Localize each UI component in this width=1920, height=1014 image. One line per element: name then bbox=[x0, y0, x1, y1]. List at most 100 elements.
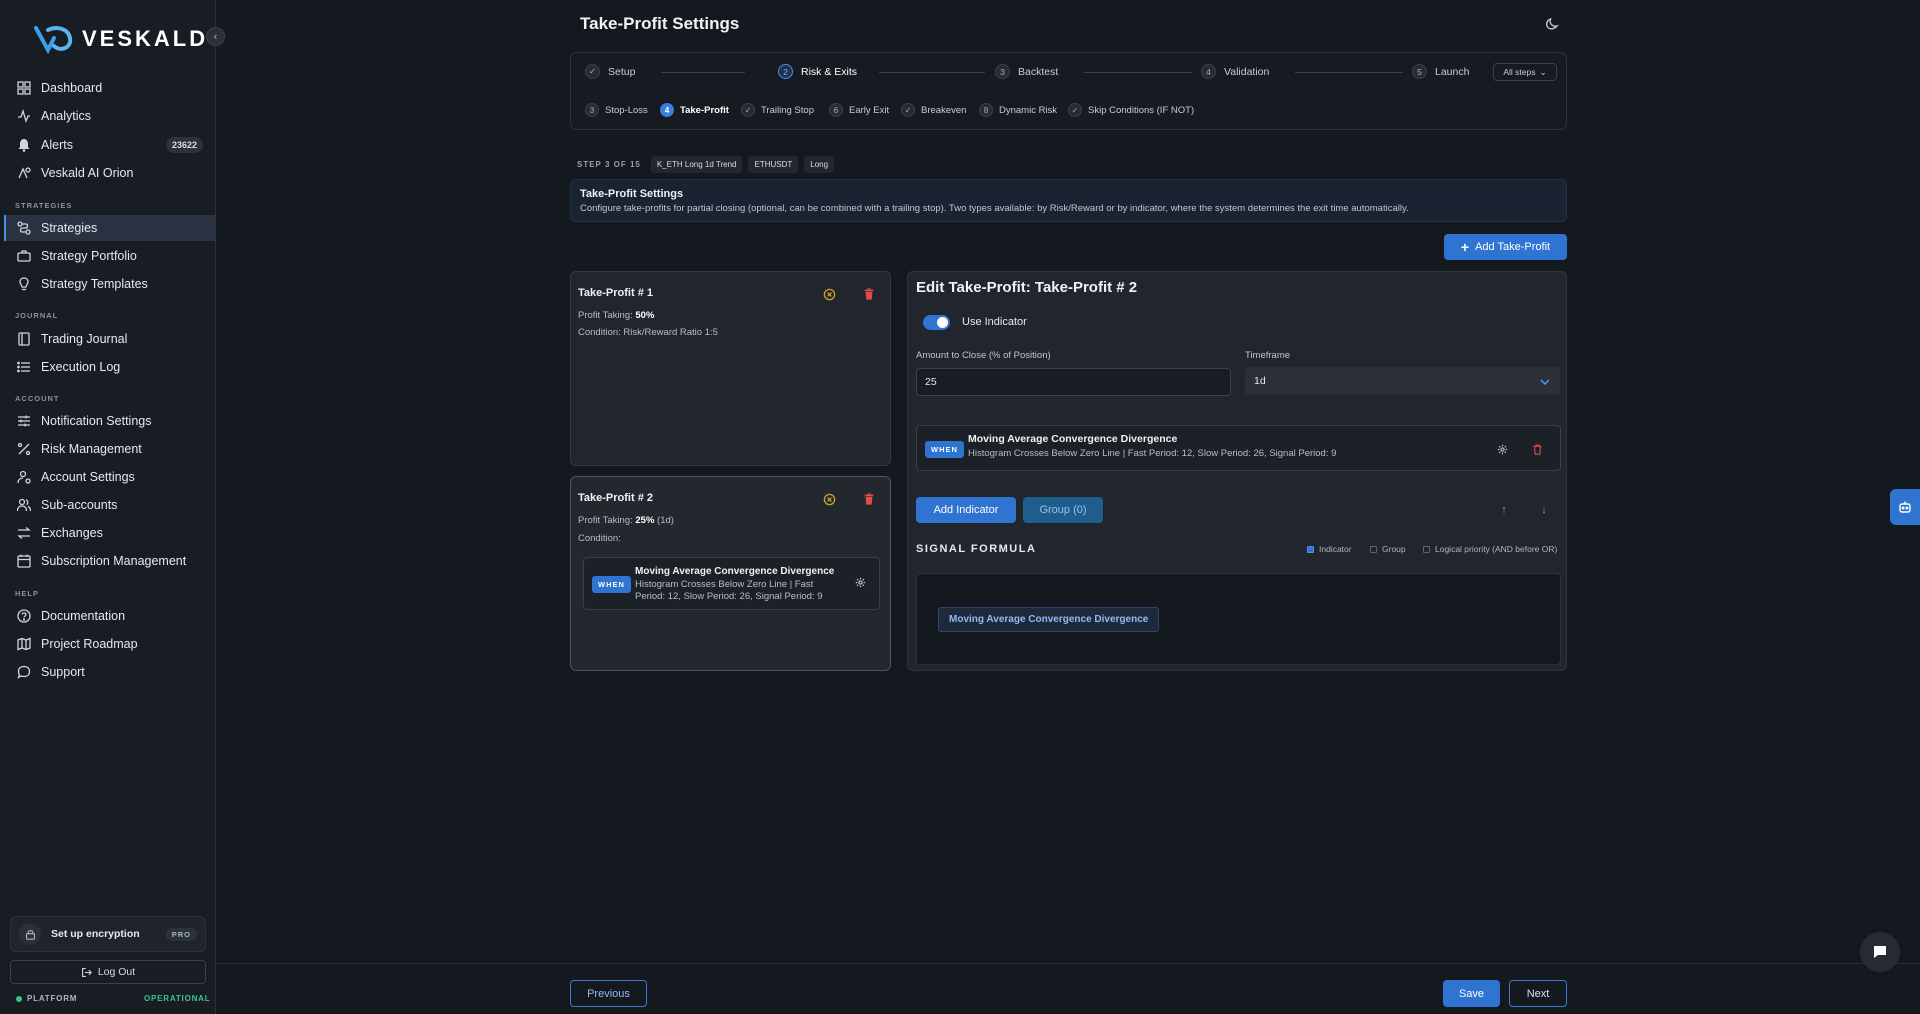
gear-icon bbox=[855, 577, 865, 587]
sidebar-item-strategy-templates[interactable]: Strategy Templates bbox=[4, 271, 216, 297]
delete-button[interactable] bbox=[861, 491, 877, 507]
step-number: 5 bbox=[1412, 64, 1427, 79]
condition-line: Condition: Risk/Reward Ratio 1:5 bbox=[578, 327, 718, 338]
deactivate-button[interactable] bbox=[821, 286, 837, 302]
sidebar-item-account-settings[interactable]: Account Settings bbox=[4, 464, 216, 490]
assistant-side-tab[interactable] bbox=[1890, 489, 1920, 525]
sidebar-item-strategy-portfolio[interactable]: Strategy Portfolio bbox=[4, 243, 216, 269]
take-profit-card-1[interactable]: Take-Profit # 1 Profit Taking: 50% Condi… bbox=[570, 271, 891, 466]
sidebar-item-label: Strategy Portfolio bbox=[41, 249, 137, 263]
step-label: Setup bbox=[608, 65, 636, 78]
logout-label: Log Out bbox=[97, 966, 136, 978]
tp-card-title: Take-Profit # 2 bbox=[578, 492, 653, 504]
sidebar-item-sub-accounts[interactable]: Sub-accounts bbox=[4, 492, 216, 518]
step-label: Launch bbox=[1435, 65, 1470, 78]
substep-take-profit[interactable]: 4 Take-Profit bbox=[660, 103, 729, 117]
sidebar-item-exchanges[interactable]: Exchanges bbox=[4, 520, 216, 546]
sidebar-item-execution-log[interactable]: Execution Log bbox=[4, 354, 216, 380]
bell-icon bbox=[18, 139, 30, 152]
indicator-condition-row[interactable]: WHEN Moving Average Convergence Divergen… bbox=[916, 425, 1561, 471]
ai-icon bbox=[18, 167, 31, 179]
profit-taking-timeframe: (1d) bbox=[657, 515, 674, 526]
check-icon: ✓ bbox=[1068, 103, 1082, 117]
legend-label: Group bbox=[1382, 544, 1406, 554]
substep-breakeven[interactable]: ✓ Breakeven bbox=[901, 103, 966, 117]
sidebar-item-subscription-management[interactable]: Subscription Management bbox=[4, 548, 216, 574]
sidebar-item-label: Alerts bbox=[41, 138, 73, 152]
sidebar-item-project-roadmap[interactable]: Project Roadmap bbox=[4, 631, 216, 657]
add-indicator-button[interactable]: Add Indicator bbox=[916, 497, 1016, 523]
use-indicator-toggle[interactable] bbox=[923, 315, 950, 330]
step-launch[interactable]: 5 Launch bbox=[1412, 64, 1469, 79]
condition-line: Condition: bbox=[578, 533, 621, 544]
move-down-button[interactable]: ↓ bbox=[1536, 502, 1552, 518]
indicator-settings-button[interactable] bbox=[1494, 441, 1510, 457]
sidebar-item-risk-management[interactable]: Risk Management bbox=[4, 436, 216, 462]
indicator-settings-button[interactable] bbox=[852, 574, 868, 590]
substep-label: Dynamic Risk bbox=[999, 104, 1058, 116]
step-backtest[interactable]: 3 Backtest bbox=[995, 64, 1058, 79]
take-profit-card-2[interactable]: Take-Profit # 2 Profit Taking: 25% (1d) … bbox=[570, 476, 891, 671]
setup-encryption-button[interactable]: Set up encryption PRO bbox=[10, 916, 206, 952]
timeframe-label: Timeframe bbox=[1245, 350, 1291, 361]
trash-icon bbox=[864, 288, 874, 300]
add-take-profit-button[interactable]: + Add Take-Profit bbox=[1444, 234, 1567, 260]
sidebar-item-notification-settings[interactable]: Notification Settings bbox=[4, 408, 216, 434]
chat-button[interactable] bbox=[1860, 932, 1900, 972]
sidebar-item-label: Execution Log bbox=[41, 360, 121, 374]
save-label: Save bbox=[1458, 987, 1485, 1000]
sidebar-item-analytics[interactable]: Analytics bbox=[4, 103, 216, 129]
next-button[interactable]: Next bbox=[1509, 980, 1567, 1007]
substep-stop-loss[interactable]: 3 Stop-Loss bbox=[585, 103, 648, 117]
trash-icon bbox=[864, 493, 874, 505]
check-icon: ✓ bbox=[585, 64, 600, 79]
legend-label: Indicator bbox=[1319, 544, 1352, 554]
indicator-name: Moving Average Convergence Divergence bbox=[635, 566, 835, 577]
sidebar-item-label: Account Settings bbox=[41, 470, 135, 484]
next-label: Next bbox=[1526, 987, 1550, 1000]
substep-dynamic-risk[interactable]: 8 Dynamic Risk bbox=[979, 103, 1057, 117]
section-strategies: STRATEGIES bbox=[15, 201, 73, 210]
brand-logo[interactable]: VESKALD bbox=[34, 24, 208, 54]
add-group-button[interactable]: Group (0) bbox=[1023, 497, 1103, 523]
sidebar-item-strategies[interactable]: Strategies bbox=[4, 215, 216, 241]
timeframe-select[interactable]: 1d bbox=[1245, 367, 1560, 395]
delete-button[interactable] bbox=[861, 286, 877, 302]
sidebar-item-label: Risk Management bbox=[41, 442, 142, 456]
step-setup[interactable]: ✓ Setup bbox=[585, 64, 635, 79]
substep-skip-conditions[interactable]: ✓ Skip Conditions (IF NOT) bbox=[1068, 103, 1194, 117]
edit-take-profit-panel: Edit Take-Profit: Take-Profit # 2 Use In… bbox=[907, 271, 1567, 671]
book-icon bbox=[18, 332, 30, 346]
substep-early-exit[interactable]: 6 Early Exit bbox=[829, 103, 889, 117]
sidebar-item-alerts[interactable]: Alerts 23622 bbox=[4, 132, 216, 158]
theme-toggle-moon-icon[interactable] bbox=[1544, 16, 1560, 32]
sidebar-item-support[interactable]: Support bbox=[4, 659, 216, 685]
sidebar-item-label: Subscription Management bbox=[41, 554, 187, 568]
logout-button[interactable]: Log Out bbox=[10, 960, 206, 984]
substep-label: Stop-Loss bbox=[605, 104, 648, 116]
collapse-sidebar-button[interactable]: ‹ bbox=[206, 27, 225, 46]
substep-trailing-stop[interactable]: ✓ Trailing Stop bbox=[741, 103, 814, 117]
substep-number: 4 bbox=[660, 103, 674, 117]
profit-taking-line: Profit Taking: 25% (1d) bbox=[578, 515, 674, 526]
indicator-delete-button[interactable] bbox=[1529, 441, 1545, 457]
amount-to-close-input[interactable]: 25 bbox=[916, 368, 1231, 396]
sidebar-item-veskald-ai-orion[interactable]: Veskald AI Orion bbox=[4, 160, 216, 186]
deactivate-button[interactable] bbox=[821, 491, 837, 507]
step-validation[interactable]: 4 Validation bbox=[1201, 64, 1269, 79]
sidebar-item-trading-journal[interactable]: Trading Journal bbox=[4, 326, 216, 352]
legend-logical-priority: Logical priority (AND before OR) bbox=[1423, 544, 1557, 554]
all-steps-dropdown[interactable]: All steps ⌄ bbox=[1493, 63, 1557, 81]
sidebar-item-dashboard[interactable]: Dashboard bbox=[4, 75, 216, 101]
move-up-button[interactable]: ↑ bbox=[1496, 502, 1512, 518]
tp-card-title: Take-Profit # 1 bbox=[578, 287, 653, 299]
previous-button[interactable]: Previous bbox=[570, 980, 647, 1007]
formula-indicator-chip[interactable]: Moving Average Convergence Divergence bbox=[938, 607, 1160, 632]
save-button[interactable]: Save bbox=[1443, 980, 1500, 1007]
briefcase-icon bbox=[17, 250, 31, 262]
step-label: Validation bbox=[1224, 65, 1270, 78]
step-risk-exits[interactable]: 2 Risk & Exits bbox=[778, 64, 857, 79]
condition-indicator-box[interactable]: WHEN Moving Average Convergence Divergen… bbox=[583, 557, 880, 610]
sidebar-item-documentation[interactable]: Documentation bbox=[4, 603, 216, 629]
indicator-name: Moving Average Convergence Divergence bbox=[968, 433, 1178, 445]
